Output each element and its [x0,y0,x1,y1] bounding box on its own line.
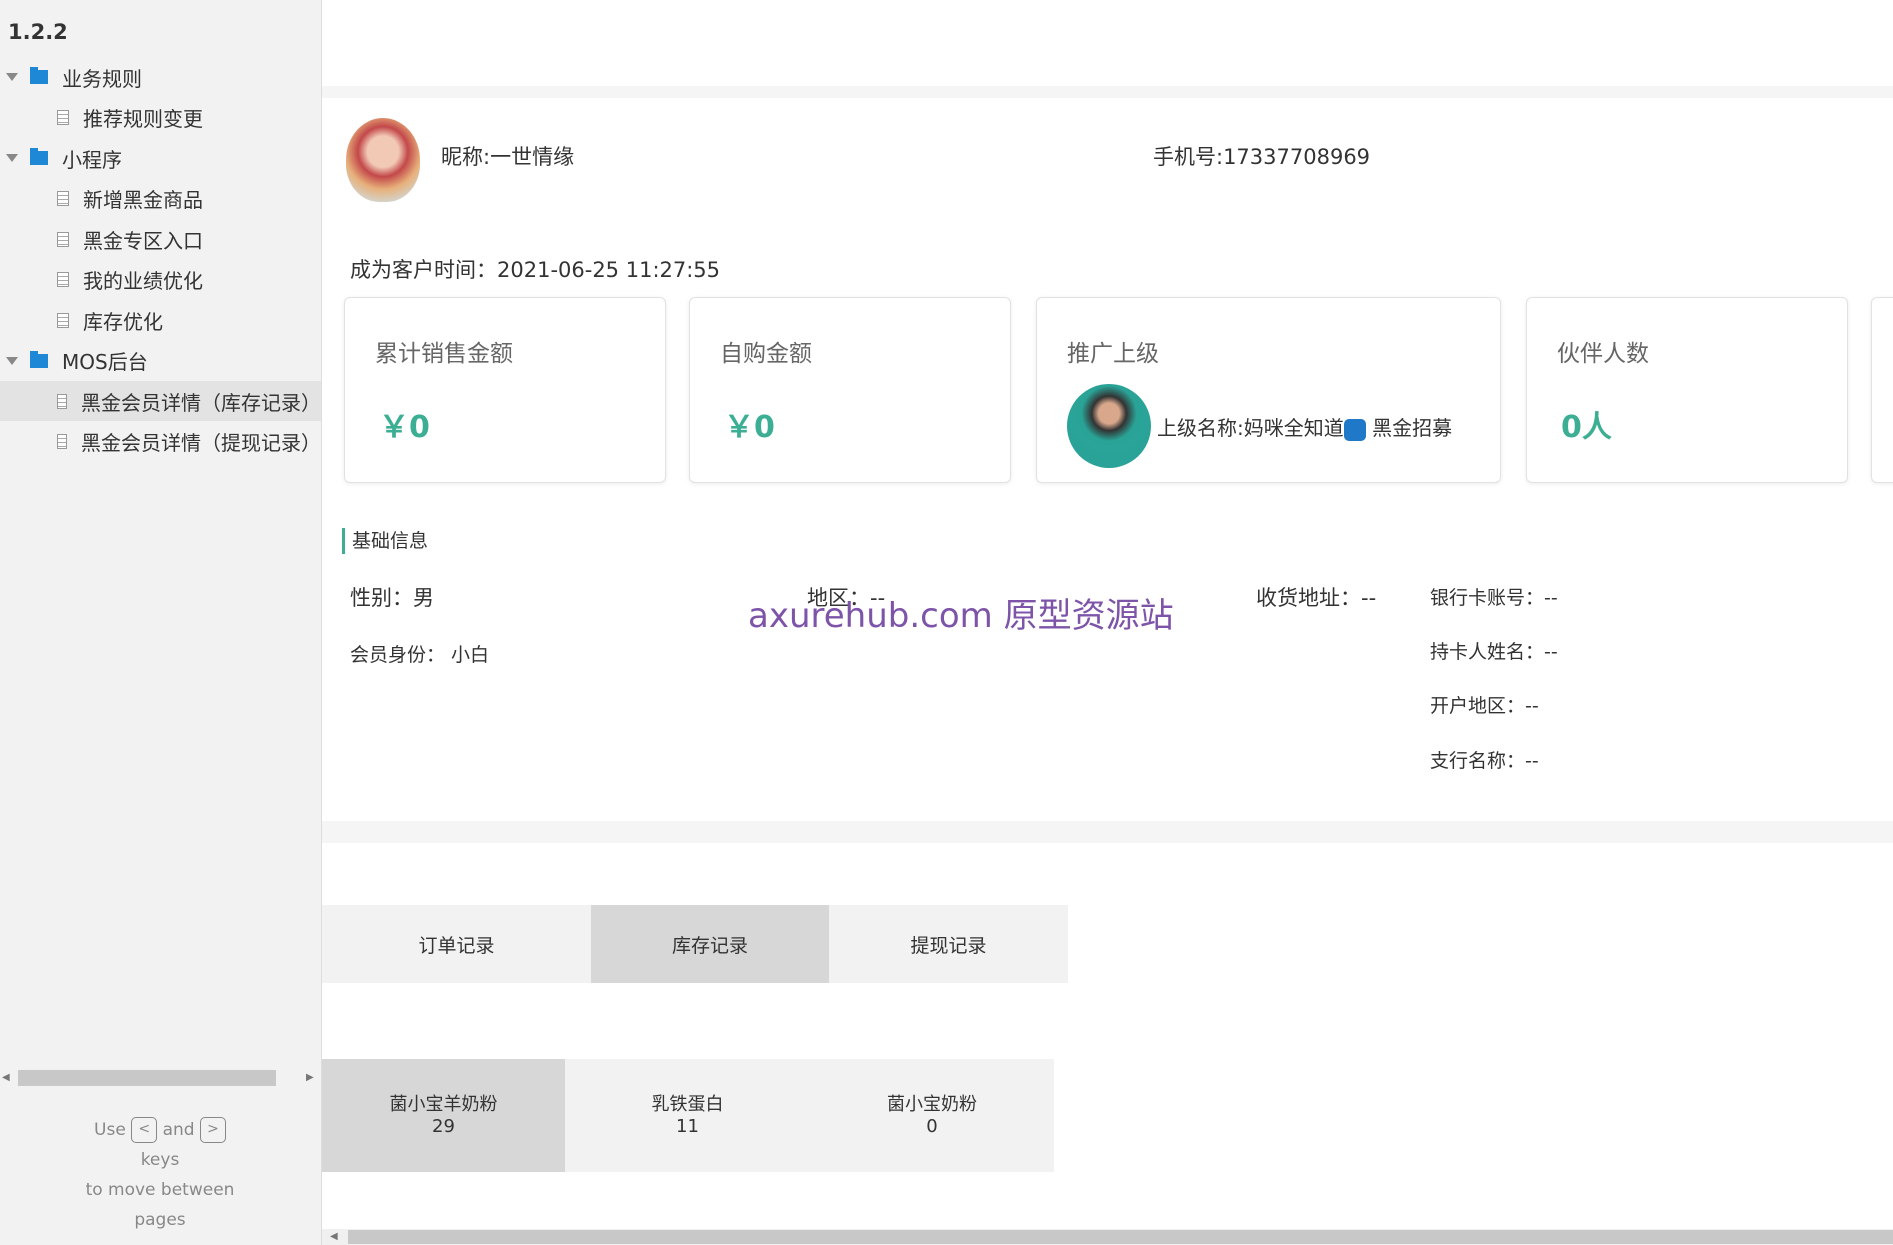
divider [322,821,1893,843]
sidebar-item-label: 我的业绩优化 [83,269,203,293]
sidebar-page[interactable]: 黑金会员详情（库存记录） [0,381,321,421]
tab-withdrawals[interactable]: 提现记录 [829,905,1068,983]
next-key-icon: > [199,1117,226,1143]
thumbs-up-icon [1343,418,1366,441]
card-holder: 持卡人姓名：-- [1430,641,1558,663]
stat-label: 伙伴人数 [1557,341,1649,367]
help-text: pages [134,1210,186,1230]
version-label: 1.2.2 [8,20,68,44]
sidebar-page[interactable]: 黑金专区入口 [0,219,321,259]
record-tabs: 订单记录 库存记录 提现记录 [322,905,1068,983]
sidebar-page[interactable]: 推荐规则变更 [0,98,321,138]
product-count: 0 [926,1115,938,1137]
product-name: 菌小宝羊奶粉 [389,1093,498,1115]
scroll-left-icon[interactable]: ◀ [2,1072,10,1083]
branch-name: 支行名称：-- [1430,750,1539,772]
help-text: Use [94,1120,126,1140]
watermark: axurehub.com 原型资源站 [748,596,1174,636]
sidebar-page[interactable]: 黑金会员详情（提现记录） [0,422,321,462]
shipping-address: 收货地址：-- [1256,586,1377,610]
expand-arrow-icon[interactable] [6,73,18,81]
scrollbar-thumb[interactable] [18,1070,276,1086]
scroll-right-icon[interactable]: ▶ [306,1072,314,1083]
expand-arrow-icon[interactable] [6,356,18,365]
bank-region: 开户地区：-- [1430,695,1539,717]
sidebar: 1.2.2 业务规则推荐规则变更小程序新增黑金商品 黑金专区入口 我的业绩优化 库存优… [0,0,322,1245]
sidebar-page[interactable]: 库存优化 [0,300,321,340]
scroll-left-icon[interactable]: ◀ [330,1231,338,1242]
gender: 性别：男 [350,586,434,610]
expand-arrow-icon[interactable] [6,154,18,162]
product-count: 11 [676,1115,699,1137]
sidebar-page[interactable]: 我的业绩优化 [0,260,321,300]
sidebar-folder[interactable]: MOS后台 [0,341,321,381]
product-tabs: 菌小宝羊奶粉 29 乳铁蛋白 11 菌小宝奶粉 0 [322,1059,1054,1172]
page-icon [57,272,69,287]
sidebar-item-label: 黑金会员详情（提现记录） [81,431,321,455]
stat-card-sales: 累计销售金额 ￥0 [344,297,666,483]
folder-icon [30,350,48,368]
tab-orders[interactable]: 订单记录 [322,905,591,983]
stat-value: ￥0 [379,410,430,445]
sidebar-item-label: 推荐规则变更 [83,107,203,131]
folder-icon [30,148,48,165]
stat-card-partial [1871,297,1893,483]
page-icon [57,231,69,247]
help-text: and [162,1120,195,1140]
page-icon [57,393,67,409]
product-tab[interactable]: 乳铁蛋白 11 [565,1059,810,1172]
divider [322,86,1893,98]
sidebar-item-label: MOS后台 [62,350,148,374]
sidebar-item-label: 黑金会员详情（库存记录） [81,390,321,415]
stat-label: 累计销售金额 [375,341,513,367]
stat-card-partners: 伙伴人数 0人 [1526,297,1848,483]
product-name: 菌小宝奶粉 [887,1093,977,1115]
stat-value: ￥0 [724,410,775,445]
product-name: 乳铁蛋白 [651,1093,724,1115]
phone: 手机号:17337708969 [1153,145,1371,169]
sidebar-folder[interactable]: 业务规则 [0,57,321,97]
stat-label: 自购金额 [720,341,812,367]
bank-account: 银行卡账号：-- [1430,587,1558,609]
product-count: 29 [432,1115,455,1137]
sidebar-scrollbar[interactable]: ◀ ▶ [0,1067,321,1087]
scrollbar-thumb[interactable] [348,1230,1893,1244]
main-content: 昵称:一世情缘 手机号:17337708969 成为客户时间：2021-06-2… [322,0,1893,1245]
stat-value: 0人 [1561,410,1612,445]
keyboard-help: Use < and > keys to move between pages [40,1115,280,1235]
upline-name-text: 上级名称:妈咪全知道 [1157,416,1344,440]
nickname: 昵称:一世情缘 [441,145,575,169]
page-icon [57,191,69,206]
customer-since: 成为客户时间：2021-06-25 11:27:55 [350,258,721,282]
member-level: 会员身份： 小白 [350,644,490,666]
help-text: to move between [85,1180,235,1200]
sidebar-item-label: 小程序 [62,147,122,172]
prev-key-icon: < [131,1117,158,1143]
sidebar-item-label: 黑金专区入口 [83,228,203,253]
folder-icon [30,67,48,84]
sidebar-page[interactable]: 新增黑金商品 [0,179,321,219]
stat-card-self-purchase: 自购金额 ￥0 [689,297,1011,483]
upline-avatar [1067,384,1151,468]
section-title: 基础信息 [342,528,428,554]
sidebar-item-label: 库存优化 [83,309,163,334]
sidebar-item-label: 新增黑金商品 [83,188,203,212]
stat-card-upline: 推广上级 上级名称:妈咪全知道 黑金招募 [1036,297,1501,483]
product-tab[interactable]: 菌小宝羊奶粉 29 [322,1059,565,1172]
tab-inventory[interactable]: 库存记录 [591,905,829,983]
sidebar-folder[interactable]: 小程序 [0,138,321,178]
upline-suffix: 黑金招募 [1372,416,1453,440]
horizontal-scrollbar[interactable]: ◀ [322,1229,1893,1245]
page-icon [57,110,69,125]
page-icon [57,434,67,449]
sidebar-item-label: 业务规则 [62,66,142,91]
product-tab[interactable]: 菌小宝奶粉 0 [810,1059,1054,1172]
page-icon [57,312,69,328]
upline-name: 上级名称:妈咪全知道 黑金招募 [1157,412,1452,441]
stat-label: 推广上级 [1067,341,1159,367]
user-avatar [346,118,420,202]
help-text: keys [140,1150,180,1170]
